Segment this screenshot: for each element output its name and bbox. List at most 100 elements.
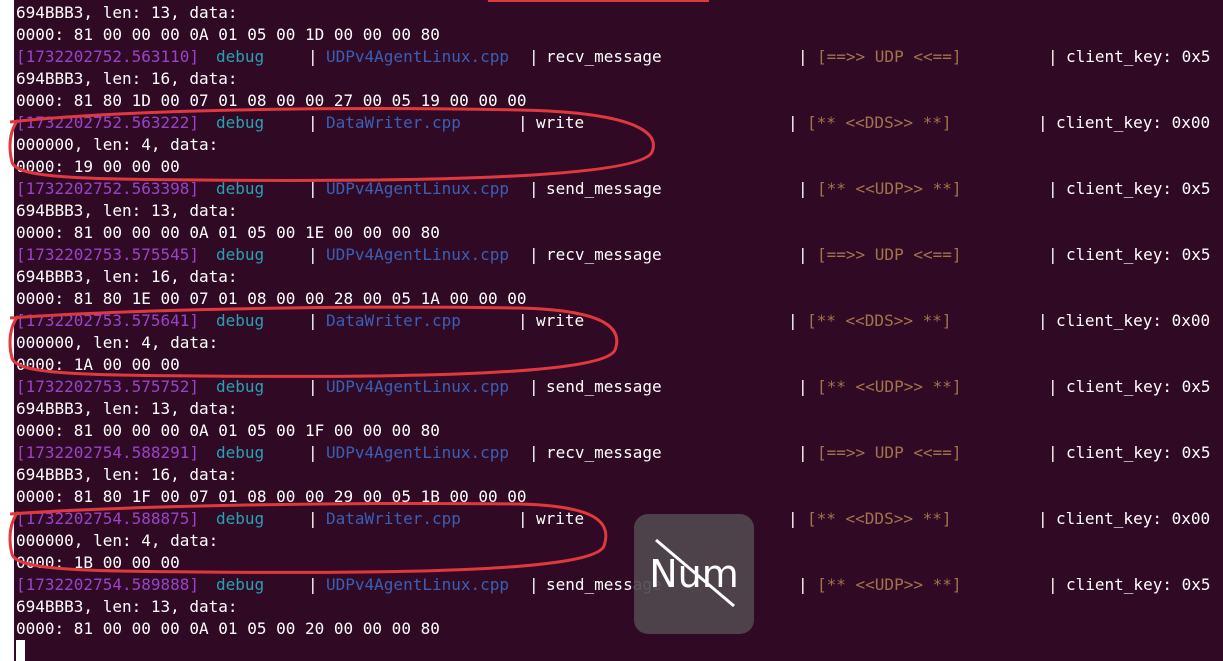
log-tag: [==>> UDP <<==] — [817, 245, 962, 264]
terminal-output-line: 0000: 81 80 1F 00 07 01 08 00 00 29 00 0… — [16, 487, 527, 506]
terminal-output-line: 0000: 81 80 1D 00 07 01 08 00 00 27 00 0… — [16, 91, 527, 110]
log-source-file: UDPv4AgentLinux.cpp — [326, 47, 510, 66]
log-separator: | — [798, 47, 808, 66]
log-separator: | — [529, 443, 539, 462]
log-tag: [** <<UDP>> **] — [817, 179, 962, 198]
log-separator: | — [308, 377, 318, 396]
log-client-key: client_key: 0x5 — [1066, 443, 1211, 462]
log-separator: | — [1038, 311, 1048, 330]
log-source-file: DataWriter.cpp — [326, 509, 461, 528]
log-separator: | — [308, 575, 318, 594]
log-level: debug — [216, 575, 265, 594]
log-separator: | — [529, 575, 539, 594]
log-separator: | — [1048, 443, 1058, 462]
log-tag: [==>> UDP <<==] — [817, 47, 962, 66]
log-separator: | — [1048, 575, 1058, 594]
log-level: debug — [216, 311, 265, 330]
log-timestamp: [1732202752.563398] — [16, 179, 200, 198]
log-client-key: client_key: 0x5 — [1066, 47, 1211, 66]
log-level: debug — [216, 47, 265, 66]
terminal-output-line: 0000: 81 00 00 00 0A 01 05 00 1D 00 00 0… — [16, 25, 440, 44]
terminal-output-line: 0000: 1A 00 00 00 — [16, 355, 180, 374]
terminal-output-line: 694BBB3, len: 13, data: — [16, 597, 238, 616]
log-separator: | — [1048, 377, 1058, 396]
log-separator: | — [788, 509, 798, 528]
log-separator: | — [1048, 179, 1058, 198]
log-separator: | — [308, 179, 318, 198]
log-separator: | — [308, 311, 318, 330]
log-tag: [** <<UDP>> **] — [817, 377, 962, 396]
log-separator: | — [518, 311, 528, 330]
log-tag: [** <<DDS>> **] — [807, 509, 952, 528]
log-function: recv_message — [546, 245, 662, 264]
log-function: write — [536, 113, 585, 132]
log-level: debug — [216, 377, 265, 396]
terminal-output-line: 000000, len: 4, data: — [16, 531, 219, 550]
log-separator: | — [308, 47, 318, 66]
log-separator: | — [308, 509, 318, 528]
terminal-output-line: 0000: 19 00 00 00 — [16, 157, 180, 176]
log-function: send_message — [546, 377, 662, 396]
log-client-key: client_key: 0x00 — [1056, 311, 1211, 330]
log-function: recv_message — [546, 443, 662, 462]
log-source-file: UDPv4AgentLinux.cpp — [326, 179, 510, 198]
log-separator: | — [518, 509, 528, 528]
terminal-output-line: 694BBB3, len: 13, data: — [16, 201, 238, 220]
terminal-output-line: 694BBB3, len: 16, data: — [16, 69, 238, 88]
terminal-output-line: 694BBB3, len: 16, data: — [16, 267, 238, 286]
log-tag: [** <<DDS>> **] — [807, 311, 952, 330]
log-separator: | — [1048, 245, 1058, 264]
log-source-file: UDPv4AgentLinux.cpp — [326, 575, 510, 594]
num-lock-off-icon — [655, 538, 735, 608]
log-separator: | — [798, 377, 808, 396]
log-separator: | — [798, 443, 808, 462]
log-client-key: client_key: 0x00 — [1056, 509, 1211, 528]
terminal-output-line: 0000: 81 80 1E 00 07 01 08 00 00 28 00 0… — [16, 289, 527, 308]
log-source-file: UDPv4AgentLinux.cpp — [326, 377, 510, 396]
log-client-key: client_key: 0x5 — [1066, 179, 1211, 198]
log-separator: | — [518, 113, 528, 132]
log-client-key: client_key: 0x5 — [1066, 245, 1211, 264]
log-tag: [** <<DDS>> **] — [807, 113, 952, 132]
log-timestamp: [1732202754.588291] — [16, 443, 200, 462]
log-timestamp: [1732202752.563110] — [16, 47, 200, 66]
log-timestamp: [1732202754.588875] — [16, 509, 200, 528]
terminal-cursor — [16, 640, 25, 661]
log-separator: | — [529, 47, 539, 66]
log-separator: | — [798, 575, 808, 594]
terminal-output-line: 694BBB3, len: 16, data: — [16, 465, 238, 484]
log-function: send_message — [546, 179, 662, 198]
log-tag: [** <<UDP>> **] — [817, 575, 962, 594]
log-timestamp: [1732202753.575545] — [16, 245, 200, 264]
log-separator: | — [308, 245, 318, 264]
log-separator: | — [529, 245, 539, 264]
terminal-window[interactable]: 694BBB3, len: 13, data: 0000: 81 00 00 00… — [14, 0, 1223, 661]
log-timestamp: [1732202754.589888] — [16, 575, 200, 594]
terminal-output-line: 694BBB3, len: 13, data: — [16, 3, 238, 22]
log-timestamp: [1732202752.563222] — [16, 113, 200, 132]
log-timestamp: [1732202753.575641] — [16, 311, 200, 330]
log-client-key: client_key: 0x00 — [1056, 113, 1211, 132]
log-separator: | — [1048, 47, 1058, 66]
log-level: debug — [216, 179, 265, 198]
log-source-file: DataWriter.cpp — [326, 311, 461, 330]
log-level: debug — [216, 509, 265, 528]
terminal-output-line: 0000: 81 00 00 00 0A 01 05 00 20 00 00 0… — [16, 619, 440, 638]
log-function: write — [536, 311, 585, 330]
tab-indicator — [488, 0, 709, 2]
log-function: recv_message — [546, 47, 662, 66]
log-level: debug — [216, 113, 265, 132]
log-timestamp: [1732202753.575752] — [16, 377, 200, 396]
log-separator: | — [788, 113, 798, 132]
log-level: debug — [216, 443, 265, 462]
log-separator: | — [308, 113, 318, 132]
terminal-output-line: 0000: 81 00 00 00 0A 01 05 00 1F 00 00 0… — [16, 421, 440, 440]
log-source-file: UDPv4AgentLinux.cpp — [326, 443, 510, 462]
terminal-output-line: 0000: 1B 00 00 00 — [16, 553, 180, 572]
log-separator: | — [308, 443, 318, 462]
log-level: debug — [216, 245, 265, 264]
log-function: write — [536, 509, 585, 528]
terminal-output-line: 0000: 81 00 00 00 0A 01 05 00 1E 00 00 0… — [16, 223, 440, 242]
log-separator: | — [788, 311, 798, 330]
log-separator: | — [529, 377, 539, 396]
